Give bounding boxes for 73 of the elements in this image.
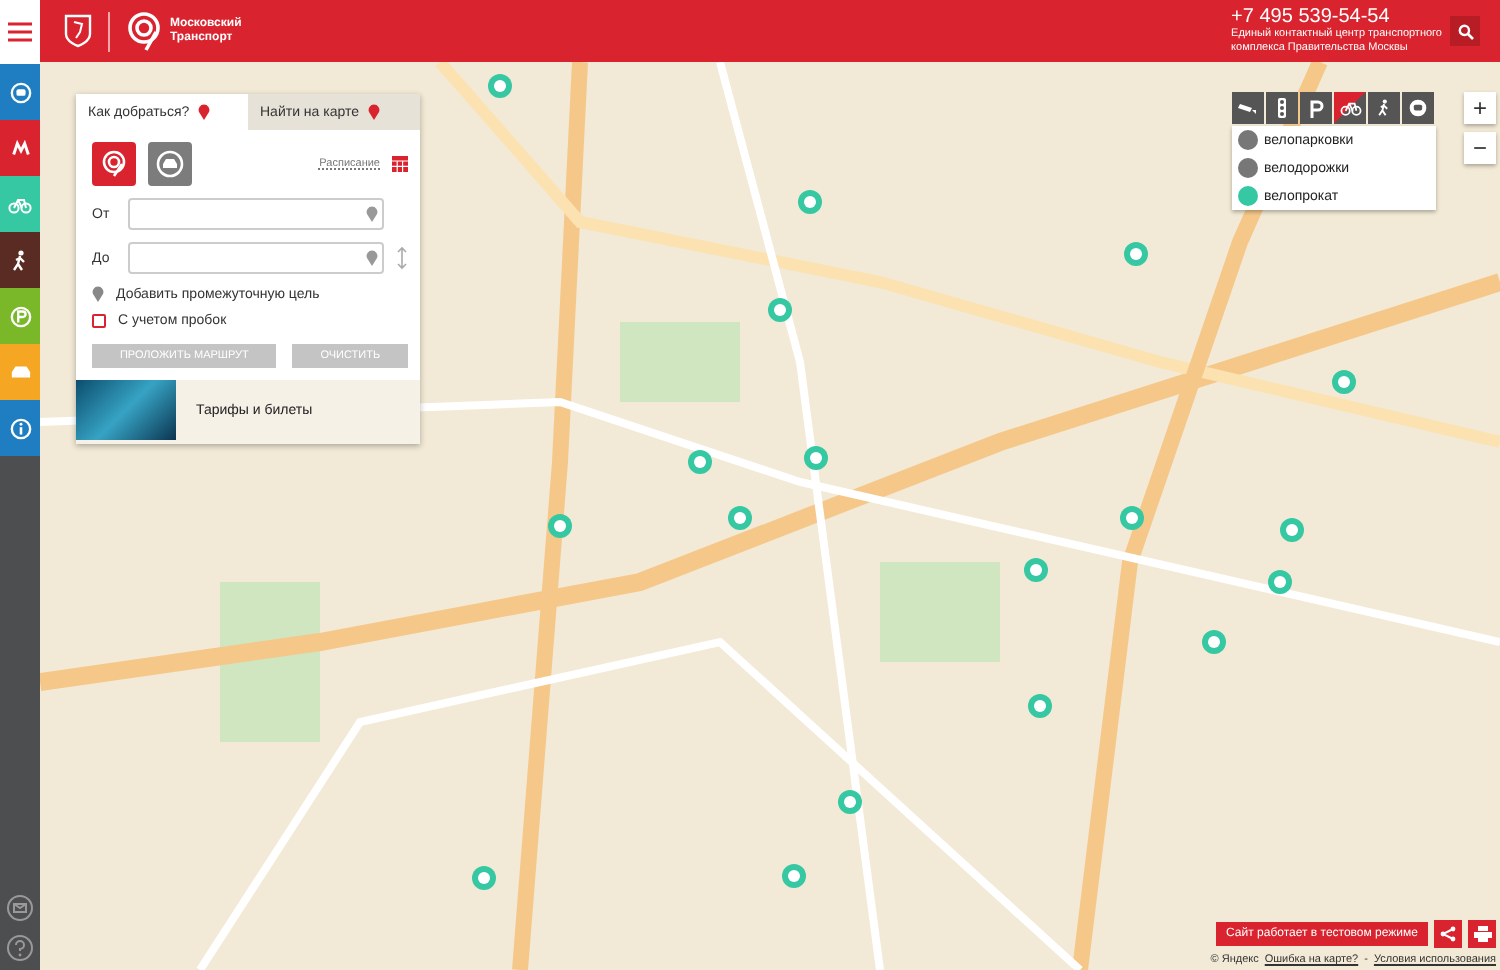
print-button[interactable] (1468, 920, 1496, 948)
bike-station-marker[interactable] (1332, 370, 1356, 394)
printer-icon (1473, 926, 1491, 942)
bike-station-marker[interactable] (688, 450, 712, 474)
metro-icon (9, 137, 31, 159)
car-icon (9, 363, 31, 381)
menu-icon (8, 22, 32, 42)
bike-station-marker[interactable] (768, 298, 792, 322)
phone-number: +7 495 539-54-54 (1231, 6, 1392, 28)
coat-of-arms-icon (64, 14, 92, 48)
car-icon (156, 150, 184, 178)
bus-icon (9, 81, 31, 103)
bike-station-marker[interactable] (548, 514, 572, 538)
bike-station-marker[interactable] (1120, 506, 1144, 530)
mail-button[interactable] (6, 894, 34, 922)
layer-tool-button[interactable] (1334, 92, 1366, 124)
sidebar-button[interactable] (0, 232, 40, 288)
bus-icon (1408, 98, 1428, 118)
bicycle-icon (8, 193, 32, 215)
layer-tool-button[interactable] (1232, 92, 1264, 124)
search-button[interactable] (1450, 16, 1480, 46)
bike-station-marker[interactable] (728, 506, 752, 530)
layer-tool-button[interactable] (1402, 92, 1434, 124)
transport-mode-button[interactable] (148, 142, 192, 186)
bike-station-marker[interactable] (472, 866, 496, 890)
bicycle-icon (1339, 99, 1361, 117)
swap-icon (396, 246, 408, 270)
from-input-field[interactable] (128, 198, 384, 230)
info-icon (9, 417, 31, 439)
camera-icon (1238, 100, 1258, 116)
calendar-icon (392, 156, 408, 172)
bike-station-marker[interactable] (804, 446, 828, 470)
menu-button[interactable] (0, 0, 40, 64)
bike-station-marker[interactable] (838, 790, 862, 814)
bike-station-marker[interactable] (1024, 558, 1048, 582)
parking-icon (1309, 99, 1323, 117)
to-input-field[interactable] (128, 242, 384, 274)
zoom-out-button[interactable]: − (1464, 132, 1496, 164)
bike-station-marker[interactable] (782, 864, 806, 888)
logo-icon (100, 150, 128, 178)
bike-station-marker[interactable] (798, 190, 822, 214)
logo-icon (126, 11, 162, 51)
help-icon (6, 934, 34, 962)
share-button[interactable] (1434, 920, 1462, 948)
sidebar-button[interactable] (0, 120, 40, 176)
location-pin-icon (366, 206, 378, 222)
mail-icon (6, 894, 34, 922)
bike-station-marker[interactable] (1028, 694, 1052, 718)
parking-icon (9, 305, 31, 327)
layer-tool-button[interactable] (1300, 92, 1332, 124)
zoom-in-button[interactable]: + (1464, 92, 1496, 124)
layer-tool-button[interactable] (1266, 92, 1298, 124)
location-pin-icon (366, 250, 378, 266)
location-pin-icon (92, 286, 104, 302)
bike-station-marker[interactable] (1268, 570, 1292, 594)
bike-station-marker[interactable] (1202, 630, 1226, 654)
pedestrian-icon (10, 249, 30, 271)
share-icon (1440, 926, 1456, 942)
park-area (880, 562, 1000, 662)
bike-station-marker[interactable] (1124, 242, 1148, 266)
card-photo-placeholder (76, 380, 176, 440)
park-area (620, 322, 740, 402)
traffic-checkbox[interactable] (92, 314, 106, 328)
location-pin-icon (367, 104, 379, 120)
layer-tool-button[interactable] (1368, 92, 1400, 124)
traffic-light-icon (1276, 98, 1288, 118)
help-button[interactable] (6, 934, 34, 962)
pedestrian-icon (1376, 98, 1392, 118)
location-pin-icon (197, 104, 210, 120)
transport-mode-button[interactable] (92, 142, 136, 186)
search-icon (1457, 23, 1473, 39)
bike-station-marker[interactable] (488, 74, 512, 98)
bike-station-marker[interactable] (1280, 518, 1304, 542)
